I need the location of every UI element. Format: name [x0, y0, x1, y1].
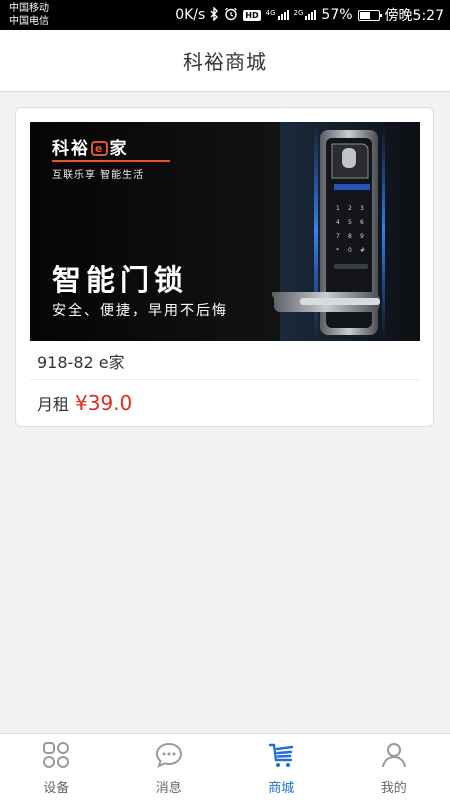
carrier-2: 中国电信 [9, 15, 49, 28]
svg-text:6: 6 [360, 219, 364, 226]
door-lock-illustration: 1 2 3 4 5 6 7 8 9 * 0 # [262, 122, 420, 341]
svg-text:4: 4 [336, 219, 340, 226]
svg-text:3: 3 [360, 205, 364, 212]
page-title: 科裕商城 [183, 46, 267, 75]
svg-text:9: 9 [360, 233, 364, 240]
product-name[interactable]: 918-82 e家 [37, 349, 125, 373]
brand-logo: 科裕e家 [52, 134, 128, 159]
brand-logo-prefix: 科裕 [52, 139, 90, 159]
banner-headline: 智能门锁 [52, 257, 188, 299]
battery-fill [360, 12, 370, 19]
price-row: 月租 ¥39.0 [37, 391, 132, 415]
signal-icon-2: 2G [294, 10, 317, 20]
shop-cart-icon [267, 741, 295, 769]
alarm-icon [224, 7, 238, 24]
nav-label-devices: 设备 [43, 777, 69, 796]
svg-text:#: # [360, 247, 365, 254]
price-label: 月租 [37, 391, 69, 415]
card-divider [30, 379, 419, 380]
signal-1-tag: 4G [266, 10, 276, 17]
brand-logo-suffix: 家 [109, 139, 128, 159]
carrier-1: 中国移动 [9, 2, 49, 15]
product-banner-image[interactable]: 科裕e家 互联乐享 智能生活 智能门锁 安全、便捷，早用不后悔 [30, 122, 420, 341]
banner-slogan: 互联乐享 智能生活 [52, 166, 144, 181]
user-icon [380, 741, 408, 769]
nav-item-devices[interactable]: 设备 [0, 734, 113, 801]
nav-item-shop[interactable]: 商城 [225, 734, 338, 801]
brand-underline [52, 160, 170, 162]
svg-text:*: * [336, 247, 339, 254]
status-bar: 中国移动 中国电信 0K/s HD 4G 2G 57% 傍晚5:27 [0, 0, 450, 30]
network-speed: 0K/s [175, 7, 205, 23]
product-card[interactable]: 科裕e家 互联乐享 智能生活 智能门锁 安全、便捷，早用不后悔 [15, 107, 434, 427]
bottom-navigation: 设备 消息 商城 我的 [0, 733, 450, 801]
battery-icon [358, 10, 380, 21]
carrier-info: 中国移动 中国电信 [9, 2, 49, 28]
battery-percent: 57% [321, 7, 352, 23]
hd-badge: HD [243, 10, 260, 21]
bluetooth-icon [210, 7, 219, 24]
brand-logo-e: e [91, 141, 108, 156]
svg-text:0: 0 [348, 247, 352, 254]
price-value: ¥39.0 [75, 391, 132, 415]
nav-label-shop: 商城 [268, 777, 294, 796]
svg-text:1: 1 [336, 205, 340, 212]
status-indicators: 0K/s HD 4G 2G 57% 傍晚5:27 [175, 0, 444, 30]
devices-grid-icon [42, 741, 70, 769]
top-header: 科裕商城 [0, 30, 450, 92]
svg-text:5: 5 [348, 219, 352, 226]
svg-text:8: 8 [348, 233, 352, 240]
nav-label-messages: 消息 [156, 777, 182, 796]
message-bubble-icon [155, 741, 183, 769]
svg-text:7: 7 [336, 233, 340, 240]
signal-icon: 4G [266, 10, 289, 20]
clock-time: 傍晚5:27 [385, 5, 444, 25]
signal-2-tag: 2G [294, 10, 304, 17]
nav-item-profile[interactable]: 我的 [338, 734, 450, 801]
svg-text:2: 2 [348, 205, 352, 212]
banner-subline: 安全、便捷，早用不后悔 [52, 300, 228, 320]
nav-label-profile: 我的 [381, 777, 407, 796]
nav-item-messages[interactable]: 消息 [113, 734, 226, 801]
